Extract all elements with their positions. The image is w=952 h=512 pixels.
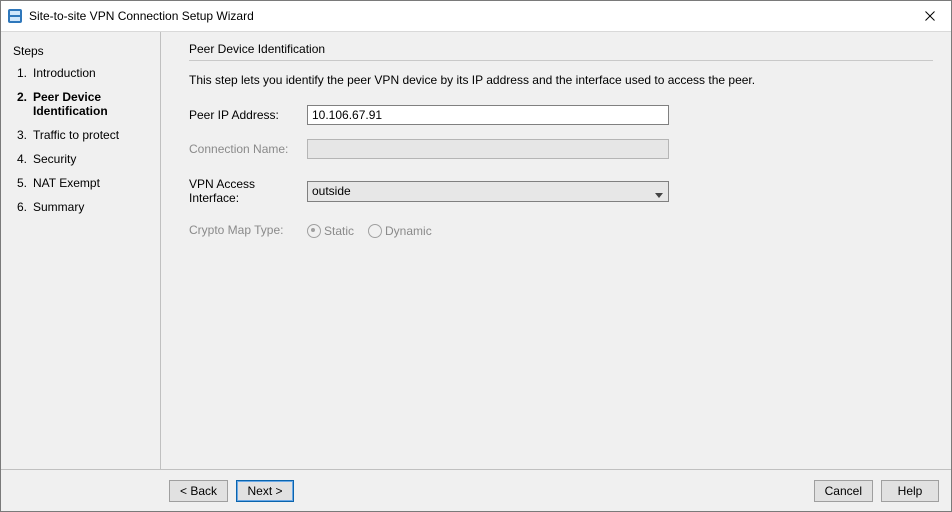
radio-dynamic: [368, 224, 382, 238]
step-summary[interactable]: 6.Summary: [17, 200, 152, 214]
steps-list: 1.Introduction 2.Peer Device Identificat…: [13, 66, 152, 224]
body: Steps 1.Introduction 2.Peer Device Ident…: [1, 32, 951, 469]
radio-dynamic-label: Dynamic: [385, 224, 432, 238]
titlebar: Site-to-site VPN Connection Setup Wizard: [1, 1, 951, 32]
label-vpn-interface: VPN Access Interface:: [189, 177, 307, 205]
radio-static: [307, 224, 321, 238]
step-security[interactable]: 4.Security: [17, 152, 152, 166]
wizard-window: Site-to-site VPN Connection Setup Wizard…: [0, 0, 952, 512]
step-peer-device-identification[interactable]: 2.Peer Device Identification: [17, 90, 152, 118]
step-traffic-to-protect[interactable]: 3.Traffic to protect: [17, 128, 152, 142]
row-peer-ip: Peer IP Address:: [189, 105, 933, 125]
steps-heading: Steps: [13, 44, 152, 58]
row-connection-name: Connection Name:: [189, 139, 933, 159]
label-connection-name: Connection Name:: [189, 142, 307, 156]
label-peer-ip: Peer IP Address:: [189, 108, 307, 122]
step-nat-exempt[interactable]: 5.NAT Exempt: [17, 176, 152, 190]
select-vpn-interface[interactable]: [307, 181, 669, 202]
section-title: Peer Device Identification: [189, 42, 933, 56]
input-connection-name: [307, 139, 669, 159]
main-content: Peer Device Identification This step let…: [161, 32, 951, 469]
radio-static-label: Static: [324, 224, 354, 238]
help-button[interactable]: Help: [881, 480, 939, 502]
input-peer-ip[interactable]: [307, 105, 669, 125]
section-divider: [189, 60, 933, 61]
step-introduction[interactable]: 1.Introduction: [17, 66, 152, 80]
window-title: Site-to-site VPN Connection Setup Wizard: [29, 9, 909, 23]
label-crypto-map-type: Crypto Map Type:: [189, 223, 307, 237]
next-button[interactable]: Next >: [236, 480, 294, 502]
steps-sidebar: Steps 1.Introduction 2.Peer Device Ident…: [1, 32, 161, 469]
radio-dynamic-wrap: Dynamic: [368, 223, 432, 238]
section-description: This step lets you identify the peer VPN…: [189, 73, 933, 87]
close-button[interactable]: [909, 1, 951, 31]
app-icon: [7, 8, 23, 24]
footer: < Back Next > Cancel Help: [1, 469, 951, 511]
radio-static-wrap: Static: [307, 223, 354, 238]
back-button[interactable]: < Back: [169, 480, 228, 502]
row-vpn-interface: VPN Access Interface:: [189, 177, 933, 205]
cancel-button[interactable]: Cancel: [814, 480, 873, 502]
close-icon: [925, 11, 935, 21]
row-crypto-map-type: Crypto Map Type: Static Dynamic: [189, 223, 933, 238]
